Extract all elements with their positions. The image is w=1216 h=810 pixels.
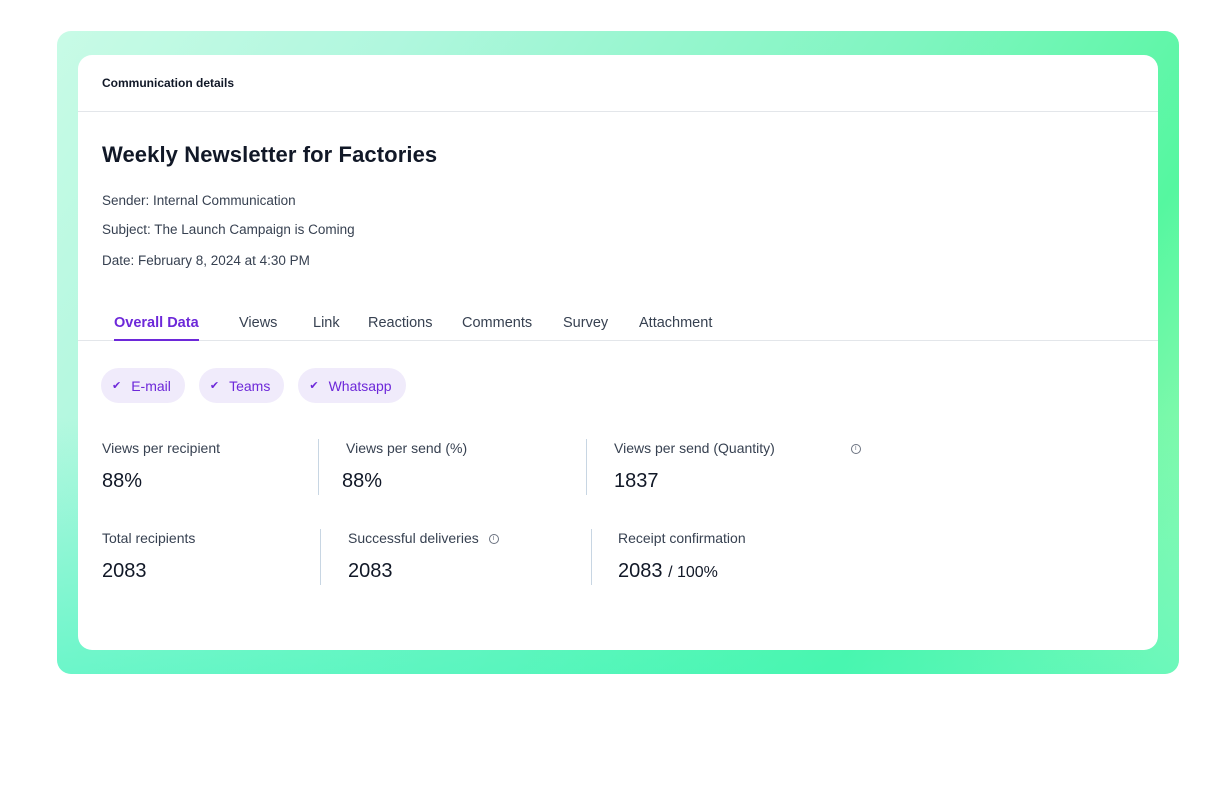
stat-views-per-send-qty: Views per send (Quantity) i 1837 (614, 440, 861, 493)
stat-views-per-send-pct: Views per send (%) 88% (342, 440, 468, 493)
sender-text: Sender: Internal Communication (102, 193, 296, 208)
stat-label: Total recipients (102, 530, 196, 546)
stat-value: 88% (102, 470, 143, 492)
stat-label-text: Successful deliveries (348, 530, 479, 546)
tab-survey[interactable]: Survey (563, 315, 608, 339)
info-icon[interactable]: i (850, 444, 861, 455)
stat-divider (320, 529, 321, 585)
stat-value-suffix: / 100% (668, 564, 718, 581)
date-text: Date: February 8, 2024 at 4:30 PM (102, 253, 310, 268)
stat-receipt-confirmation: Receipt confirmation 2083 / 100% (618, 530, 746, 583)
stat-views-per-recipient: Views per recipient 88% (102, 440, 220, 493)
chip-email[interactable]: ✔ E-mail (101, 368, 185, 403)
card-header-title: Communication details (102, 76, 235, 90)
stat-total-recipients: Total recipients 2083 (102, 530, 195, 583)
tab-attachment[interactable]: Attachment (639, 315, 712, 339)
check-icon: ✔ (309, 380, 319, 392)
tab-comments[interactable]: Comments (462, 315, 532, 339)
stat-value: 1837 (614, 470, 659, 492)
subject-text: Subject: The Launch Campaign is Coming (102, 222, 355, 237)
stat-label: Views per send (Quantity) i (614, 440, 861, 456)
tab-views[interactable]: Views (239, 315, 277, 339)
stat-label-text: Views per send (Quantity) (614, 440, 775, 456)
chip-whatsapp[interactable]: ✔ Whatsapp (298, 368, 406, 403)
chip-label: Whatsapp (328, 377, 392, 394)
stat-value: 88% (342, 470, 383, 492)
info-icon[interactable]: i (488, 534, 499, 545)
chip-label: E-mail (131, 377, 171, 394)
stat-successful-deliveries: Successful deliveries i 2083 (348, 530, 499, 583)
card-header: Communication details (78, 55, 1158, 112)
stat-label: Receipt confirmation (618, 530, 746, 546)
stat-value: 2083 (348, 560, 393, 582)
check-icon: ✔ (112, 380, 122, 392)
stat-value-number: 2083 (618, 560, 663, 582)
stat-value: 2083 / 100% (618, 560, 746, 583)
stat-label: Views per send (%) (346, 440, 468, 456)
chip-teams[interactable]: ✔ Teams (198, 368, 285, 403)
stat-value: 2083 (102, 560, 147, 582)
tab-reactions[interactable]: Reactions (368, 315, 432, 339)
chip-label: Teams (229, 377, 271, 394)
stat-label: Successful deliveries i (348, 530, 499, 546)
stat-label: Views per recipient (102, 440, 221, 456)
stat-divider (318, 439, 319, 495)
stat-divider (591, 529, 592, 585)
tab-link[interactable]: Link (313, 315, 340, 339)
check-icon: ✔ (209, 380, 220, 392)
communication-details-card: Communication details Weekly Newsletter … (78, 55, 1158, 650)
channel-filter-chips: ✔ E-mail ✔ Teams ✔ Whatsapp (101, 368, 406, 403)
tab-overall-data[interactable]: Overall Data (114, 315, 199, 341)
stat-divider (586, 439, 587, 495)
tab-bar: Overall Data Views Link Reactions Commen… (78, 305, 1158, 341)
page-title: Weekly Newsletter for Factories (102, 142, 438, 167)
